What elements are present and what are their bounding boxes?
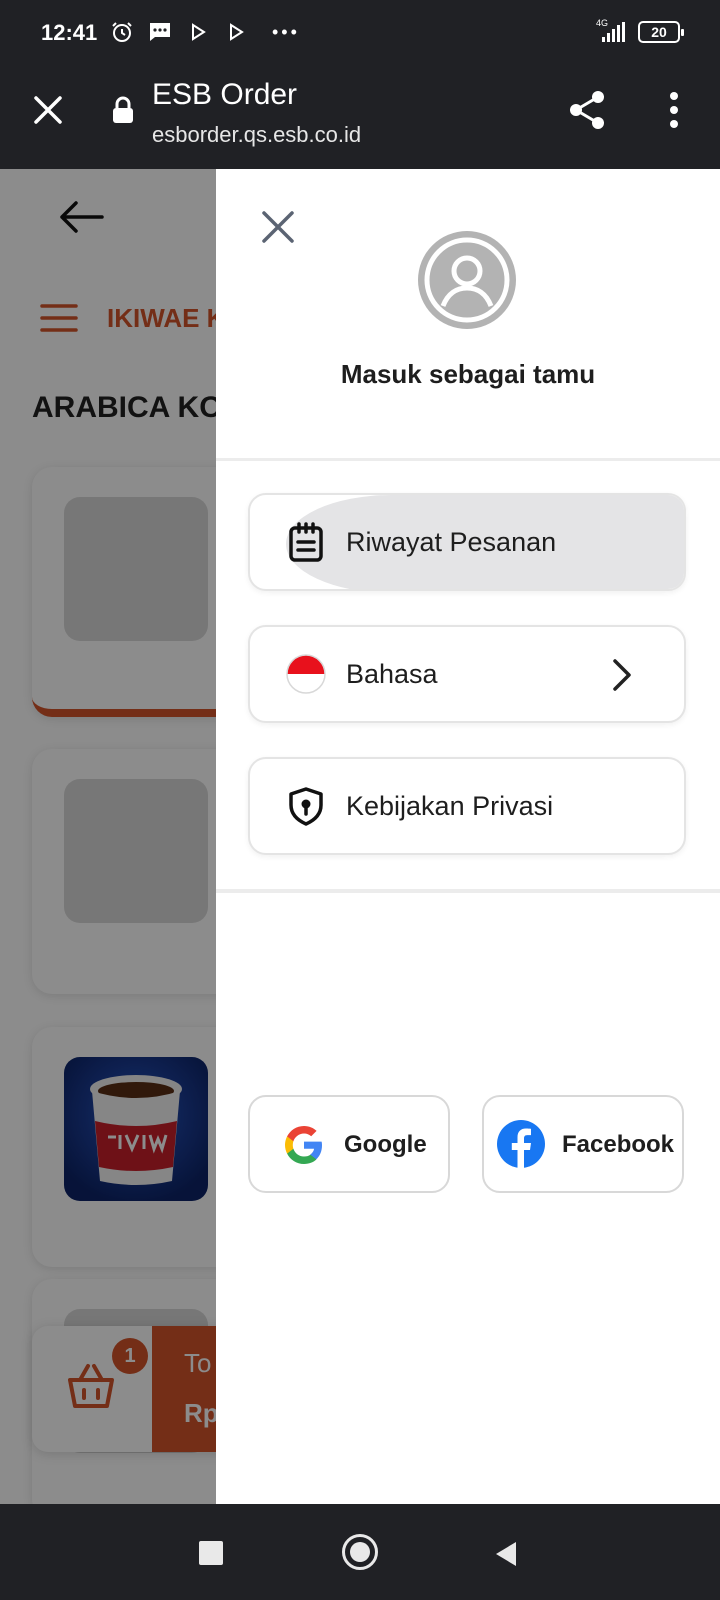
status-bar: 12:41 ••• 4G 20 — [0, 0, 720, 70]
order-history-button[interactable]: Riwayat Pesanan — [248, 493, 686, 591]
facebook-login-button[interactable]: Facebook — [482, 1095, 684, 1193]
facebook-label: Facebook — [562, 1131, 675, 1158]
divider — [216, 889, 720, 893]
status-system-icons: 4G 20 — [594, 18, 684, 44]
status-time: 12:41 — [41, 20, 98, 45]
google-login-button[interactable]: Google — [248, 1095, 450, 1193]
home-icon[interactable] — [342, 1534, 378, 1570]
language-label: Bahasa — [346, 659, 438, 689]
facebook-icon — [496, 1119, 546, 1169]
avatar-icon — [418, 231, 516, 329]
back-icon[interactable] — [494, 1540, 518, 1568]
page-title: ESB Order — [152, 78, 298, 111]
chevron-right-icon — [606, 657, 636, 693]
alarm-icon — [110, 20, 134, 44]
url-text[interactable]: esborder.qs.esb.co.id — [152, 122, 361, 148]
privacy-shield-icon — [286, 786, 326, 826]
recents-icon[interactable] — [199, 1541, 223, 1565]
play-icon — [186, 20, 210, 44]
more-options-icon[interactable] — [660, 90, 688, 130]
more-dots-icon: ••• — [272, 21, 300, 42]
account-drawer: Masuk sebagai tamu Riwayat Pesanan Bahas… — [216, 169, 720, 1504]
guest-login-label[interactable]: Masuk sebagai tamu — [216, 359, 720, 390]
privacy-policy-label: Kebijakan Privasi — [346, 791, 554, 821]
close-drawer-icon[interactable] — [258, 207, 298, 247]
indonesia-flag-icon — [286, 654, 326, 694]
battery-icon: 20 — [638, 21, 684, 43]
share-icon[interactable] — [566, 89, 608, 131]
google-icon — [282, 1123, 326, 1167]
order-history-icon — [286, 522, 326, 562]
lock-icon — [112, 96, 134, 124]
signal-icon: 4G — [594, 18, 628, 44]
system-navigation-bar — [0, 1504, 720, 1600]
language-button[interactable]: Bahasa — [248, 625, 686, 723]
status-notification-icons: ••• — [110, 20, 300, 44]
play-icon — [224, 20, 248, 44]
network-type: 4G — [596, 18, 609, 28]
browser-toolbar: ESB Order esborder.qs.esb.co.id — [0, 70, 720, 169]
close-icon[interactable] — [30, 92, 66, 128]
order-history-label: Riwayat Pesanan — [346, 527, 557, 557]
divider — [216, 458, 720, 461]
google-label: Google — [344, 1131, 427, 1158]
message-icon — [148, 20, 172, 44]
privacy-policy-button[interactable]: Kebijakan Privasi — [248, 757, 686, 855]
